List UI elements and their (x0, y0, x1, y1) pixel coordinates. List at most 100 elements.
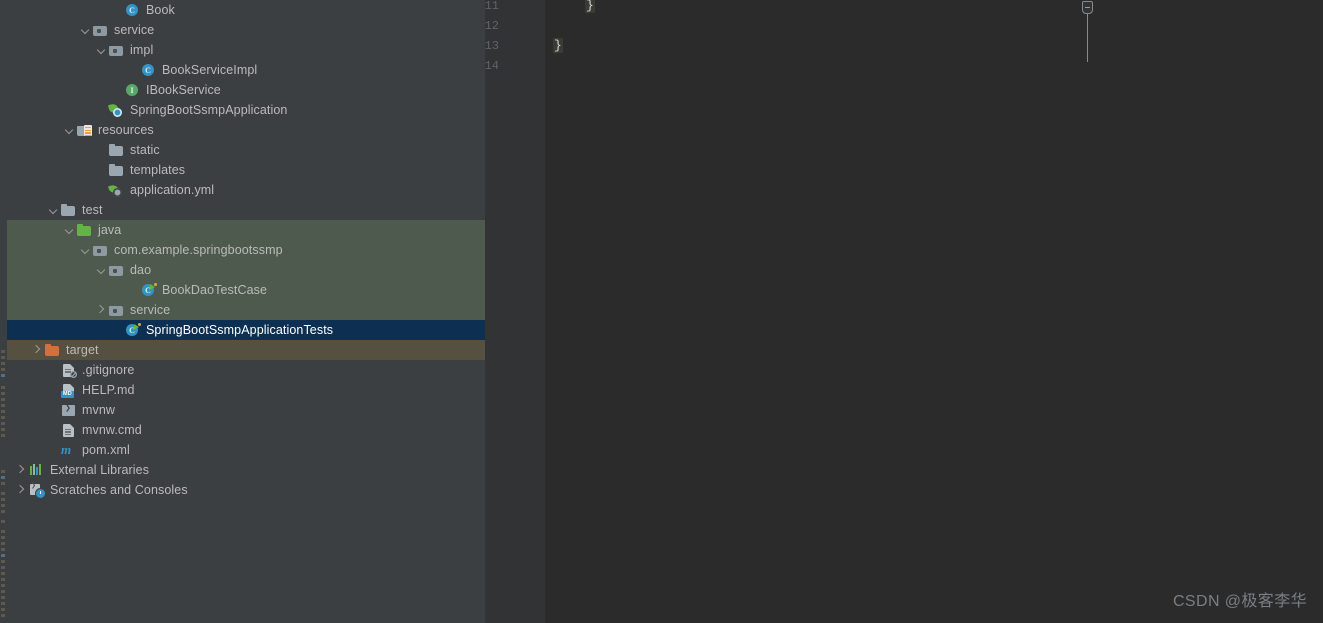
tree-item-label: dao (130, 263, 152, 277)
stripe-marker (1, 374, 5, 377)
chevron-down-icon[interactable] (95, 40, 108, 60)
spring-yaml-icon (107, 182, 125, 198)
tree-item-label: templates (130, 163, 186, 177)
tree-item-label: External Libraries (50, 463, 150, 477)
line-number: 14 (484, 59, 499, 73)
tree-item-com-example-springbootssmp[interactable]: com.example.springbootssmp (7, 240, 486, 260)
tree-item-label: mvnw.cmd (82, 423, 142, 437)
tree-item-springbootssmpapplicationtests[interactable]: C SpringBootSsmpApplicationTests (7, 320, 486, 340)
tree-item-impl[interactable]: impl (7, 40, 486, 60)
java-test-class-icon: C (140, 282, 157, 298)
tree-item-target[interactable]: target (7, 340, 486, 360)
tree-item-static[interactable]: static (7, 140, 486, 160)
tree-item-label: SpringBootSsmpApplicationTests (146, 323, 334, 337)
chevron-down-icon[interactable] (79, 20, 92, 40)
stripe-marker (1, 392, 5, 395)
tree-item-label: mvnw (82, 403, 116, 417)
line-number: 11 (484, 0, 499, 13)
script-file-icon (60, 422, 77, 438)
package-folder-icon (92, 242, 109, 258)
scratches-icon (28, 482, 45, 498)
closing-brace: } (585, 0, 595, 13)
tree-item-templates[interactable]: templates (7, 160, 486, 180)
package-folder-icon (108, 302, 125, 318)
stripe-marker (1, 428, 5, 431)
stripe-marker (1, 578, 5, 581)
tool-window-stripe[interactable] (0, 0, 7, 623)
tree-item-dao[interactable]: dao (7, 260, 486, 280)
stripe-marker (1, 608, 5, 611)
chevron-right-icon[interactable] (31, 340, 44, 360)
tree-item-pom-xml[interactable]: m pom.xml (7, 440, 486, 460)
project-tool-window[interactable]: C Book service impl C BookServiceImpl I IBookSe… (7, 0, 486, 623)
java-class-icon: C (124, 2, 141, 18)
code-line[interactable]: } (585, 0, 595, 16)
tree-item-application-yml[interactable]: application.yml (7, 180, 486, 200)
fold-indent-guide (1087, 14, 1088, 62)
tree-item-bookserviceimpl[interactable]: C BookServiceImpl (7, 60, 486, 80)
stripe-marker (1, 536, 5, 539)
folder-icon (60, 202, 77, 218)
stripe-marker (1, 596, 5, 599)
tree-item-label: static (130, 143, 160, 157)
tree-item-label: application.yml (130, 183, 215, 197)
tree-item-label: service (114, 23, 155, 37)
tree-item-resources[interactable]: resources (7, 120, 486, 140)
tree-item-book[interactable]: C Book (7, 0, 486, 20)
spring-boot-icon (107, 102, 125, 118)
project-tree[interactable]: C Book service impl C BookServiceImpl I IBookSe… (7, 0, 486, 500)
chevron-down-icon[interactable] (47, 200, 60, 220)
chevron-down-icon[interactable] (63, 220, 76, 240)
stripe-marker (1, 510, 5, 513)
collapse-fold-icon[interactable] (1082, 1, 1093, 14)
stripe-marker (1, 350, 5, 353)
tree-item-service[interactable]: service (7, 20, 486, 40)
tree-item-bookdaotestcase[interactable]: C BookDaoTestCase (7, 280, 486, 300)
tree-item-ibookservice[interactable]: I IBookService (7, 80, 486, 100)
tree-item-help-md[interactable]: MD HELP.md (7, 380, 486, 400)
tree-item-external-libraries[interactable]: External Libraries (7, 460, 486, 480)
tree-item-springbootssmpapplication[interactable]: SpringBootSsmpApplication (7, 100, 486, 120)
code-line[interactable]: } (553, 36, 563, 56)
chevron-right-icon[interactable] (95, 300, 108, 320)
stripe-marker (1, 566, 5, 569)
tree-item-label: com.example.springbootssmp (114, 243, 283, 257)
tree-item-java[interactable]: java (7, 220, 486, 240)
resources-folder-icon (76, 122, 93, 138)
tree-item-test[interactable]: test (7, 200, 486, 220)
chevron-down-icon[interactable] (79, 240, 92, 260)
chevron-right-icon[interactable] (15, 480, 28, 500)
package-folder-icon (108, 262, 125, 278)
closing-brace: } (553, 38, 563, 53)
tree-item-label: target (66, 343, 99, 357)
tree-item-label: java (98, 223, 122, 237)
tree-item-mvnw[interactable]: mvnw (7, 400, 486, 420)
chevron-down-icon[interactable] (63, 120, 76, 140)
tree-item-service[interactable]: service (7, 300, 486, 320)
line-number-gutter[interactable]: 11 12 13 14 (485, 0, 545, 623)
tree-item-label: SpringBootSsmpApplication (130, 103, 288, 117)
tree-item-gitignore[interactable]: .gitignore (7, 360, 486, 380)
tree-item-scratches-and-consoles[interactable]: Scratches and Consoles (7, 480, 486, 500)
tree-item-mvnw-cmd[interactable]: mvnw.cmd (7, 420, 486, 440)
external-libraries-icon (28, 462, 45, 478)
stripe-marker (1, 386, 5, 389)
tree-item-label: Scratches and Consoles (50, 483, 188, 497)
stripe-marker (1, 548, 5, 551)
java-interface-icon: I (124, 82, 141, 98)
code-editor[interactable]: 11 12 13 14 }} (485, 0, 1323, 623)
tree-item-label: resources (98, 123, 154, 137)
markdown-file-icon: MD (60, 382, 77, 398)
chevron-right-icon[interactable] (15, 460, 28, 480)
java-class-icon: C (140, 62, 157, 78)
folder-icon (108, 142, 125, 158)
folder-icon (108, 162, 125, 178)
stripe-marker (1, 572, 5, 575)
chevron-down-icon[interactable] (95, 260, 108, 280)
